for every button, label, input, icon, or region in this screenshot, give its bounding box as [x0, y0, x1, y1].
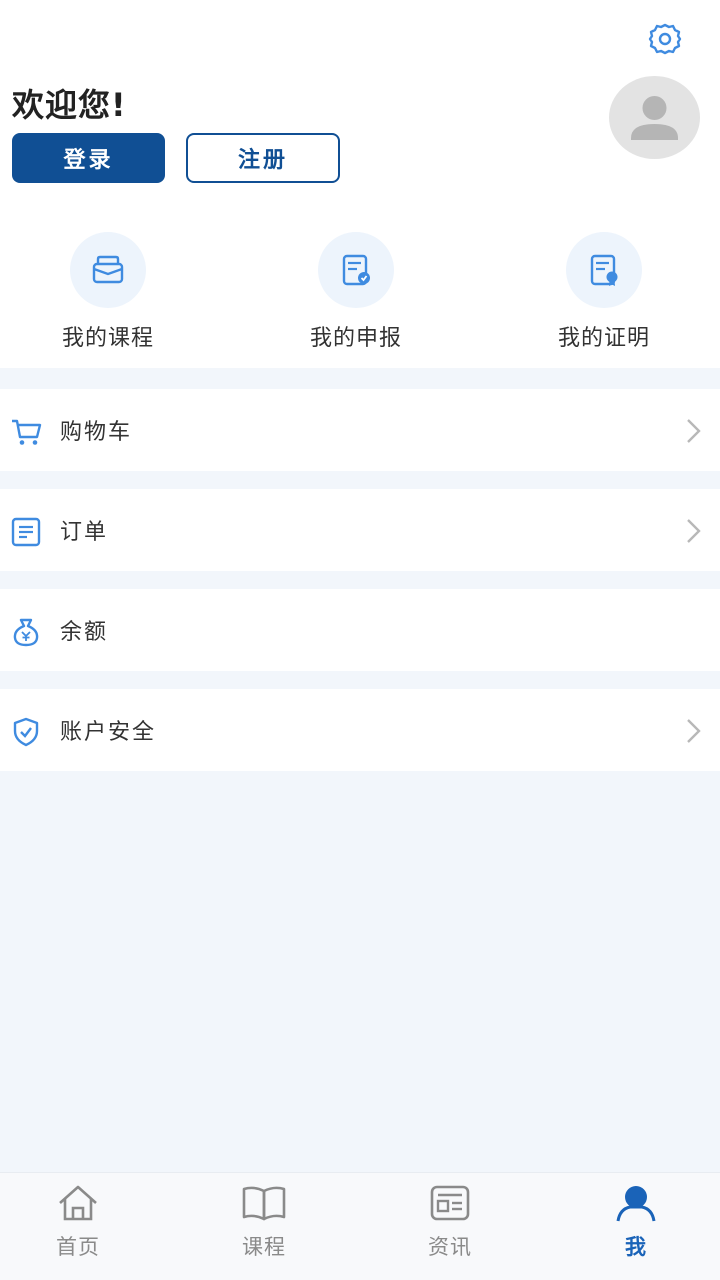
my-courses-link[interactable]: 我的课程 — [38, 232, 178, 352]
menu-row-label: 余额 — [60, 620, 109, 645]
menu-row-orders[interactable]: 订单 — [0, 489, 720, 571]
gear-icon — [648, 23, 682, 55]
bottom-tab-bar: 首页 课程 资讯 我 — [0, 1172, 720, 1280]
shield-icon — [13, 717, 39, 747]
declaration-icon — [342, 254, 370, 286]
book-icon — [242, 1186, 286, 1221]
profile-header: 欢迎您! 登录 注册 我的课程 我的申报 我的证明 — [0, 0, 720, 368]
user-placeholder-icon — [631, 96, 678, 140]
balance-icon — [13, 618, 39, 647]
welcome-text: 欢迎您! — [12, 86, 127, 124]
settings-button[interactable] — [644, 18, 686, 60]
login-button[interactable]: 登录 — [12, 133, 165, 183]
menu-row-label: 购物车 — [60, 420, 133, 445]
tab-me[interactable]: 我 — [586, 1181, 686, 1261]
quick-link-label: 我的申报 — [309, 326, 402, 351]
chevron-right-icon — [687, 419, 701, 443]
tab-label: 我 — [625, 1235, 647, 1259]
chevron-right-icon — [687, 719, 701, 743]
menu-row-cart[interactable]: 购物车 — [0, 389, 720, 471]
certificate-icon — [590, 254, 618, 286]
course-icon — [92, 255, 124, 284]
tab-courses[interactable]: 课程 — [214, 1181, 314, 1261]
menu-row-label: 订单 — [60, 520, 109, 545]
my-certificates-link[interactable]: 我的证明 — [534, 232, 674, 352]
home-icon — [59, 1185, 97, 1221]
order-icon — [11, 517, 41, 547]
quick-link-label: 我的证明 — [557, 326, 650, 351]
avatar[interactable] — [609, 76, 700, 159]
person-icon — [616, 1186, 656, 1222]
chevron-right-icon — [687, 519, 701, 543]
tab-label: 课程 — [242, 1235, 286, 1259]
quick-link-label: 我的课程 — [61, 326, 154, 351]
tab-label: 首页 — [56, 1235, 100, 1259]
register-button[interactable]: 注册 — [186, 133, 340, 183]
cart-icon — [12, 419, 42, 445]
menu-row-label: 账户安全 — [60, 720, 157, 745]
tab-home[interactable]: 首页 — [28, 1181, 128, 1261]
tab-news[interactable]: 资讯 — [400, 1181, 500, 1261]
menu-row-account-security[interactable]: 账户安全 — [0, 689, 720, 771]
tab-label: 资讯 — [428, 1235, 472, 1259]
my-declarations-link[interactable]: 我的申报 — [286, 232, 426, 352]
news-icon — [430, 1185, 470, 1221]
menu-row-balance[interactable]: 余额 — [0, 589, 720, 671]
